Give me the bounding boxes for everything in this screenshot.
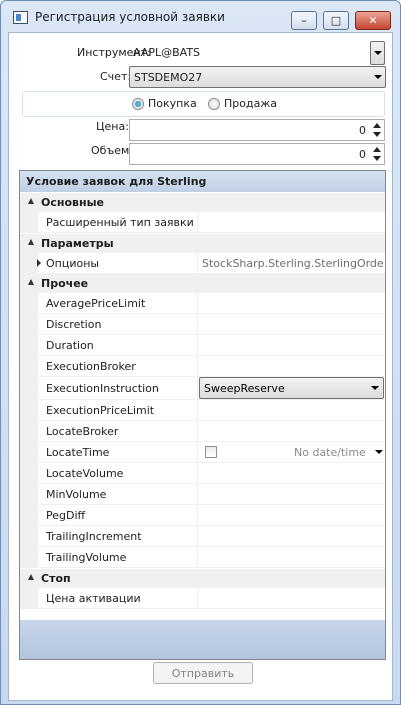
row-execution-instruction[interactable]: ExecutionInstruction SweepReserve: [20, 377, 385, 400]
row-execution-broker[interactable]: ExecutionBroker: [20, 356, 385, 377]
maximize-button[interactable]: □: [323, 11, 349, 30]
dialog-client-area: Инструмент: AAPL@BATS Счет: STSDEMO27 По…: [8, 32, 393, 701]
row-label: ExecutionInstruction: [46, 382, 159, 395]
dropdown-arrow-icon[interactable]: [375, 450, 383, 454]
maximize-icon: □: [330, 14, 342, 27]
locate-time-value[interactable]: No date/time: [294, 446, 366, 459]
spin-down-icon[interactable]: [373, 132, 381, 137]
price-label: Цена:: [96, 120, 129, 133]
instrument-picker-button[interactable]: [370, 41, 385, 65]
dropdown-arrow-icon: [374, 75, 382, 79]
property-grid-header: Условие заявок для Sterling: [20, 171, 385, 192]
row-label: ExecutionBroker: [46, 360, 136, 373]
row-label: Расширенный тип заявки: [46, 216, 194, 229]
order-registration-window: Регистрация условной заявки – □ ✕ Инстру…: [0, 0, 401, 705]
row-execution-price-limit[interactable]: ExecutionPriceLimit: [20, 400, 385, 421]
volume-value: 0: [359, 148, 366, 161]
category-basic[interactable]: Основные: [20, 193, 385, 212]
collapse-triangle-icon[interactable]: [28, 279, 34, 285]
row-label: LocateBroker: [46, 425, 119, 438]
row-locate-volume[interactable]: LocateVolume: [20, 463, 385, 484]
checkbox-icon[interactable]: [205, 446, 217, 458]
buy-radio-label[interactable]: Покупка: [148, 97, 197, 110]
row-value: StockSharp.Sterling.SterlingOrderConditi…: [202, 257, 384, 270]
window-title: Регистрация условной заявки: [35, 10, 225, 24]
execution-instruction-combobox[interactable]: SweepReserve: [199, 377, 384, 399]
instrument-value: AAPL@BATS: [133, 46, 201, 59]
row-label: TrailingIncrement: [46, 530, 142, 543]
app-window-icon: [13, 11, 28, 24]
execution-instruction-value: SweepReserve: [204, 382, 285, 395]
collapse-triangle-icon[interactable]: [28, 239, 34, 245]
account-value: STSDEMO27: [134, 71, 203, 84]
buy-radio[interactable]: [132, 98, 144, 110]
row-label: MinVolume: [46, 488, 107, 501]
category-stop[interactable]: Стоп: [20, 569, 385, 588]
category-basic-label: Основные: [41, 196, 104, 209]
row-label: Цена активации: [46, 592, 141, 605]
account-combobox[interactable]: STSDEMO27: [129, 66, 386, 88]
close-icon: ✕: [368, 14, 378, 27]
side-radio-group: Покупка Продажа: [22, 91, 385, 117]
row-duration[interactable]: Duration: [20, 335, 385, 356]
spin-up-icon[interactable]: [373, 123, 381, 128]
title-bar[interactable]: Регистрация условной заявки – □ ✕: [1, 1, 400, 31]
row-label: ExecutionPriceLimit: [46, 404, 155, 417]
category-stop-label: Стоп: [41, 572, 71, 585]
close-button[interactable]: ✕: [355, 11, 391, 30]
row-locate-time[interactable]: LocateTime No date/time: [20, 442, 385, 463]
row-label: AveragePriceLimit: [46, 297, 146, 310]
spin-up-icon[interactable]: [373, 147, 381, 152]
order-condition-property-grid[interactable]: Условие заявок для Sterling Основные Рас…: [19, 170, 386, 660]
category-other[interactable]: Прочее: [20, 274, 385, 293]
row-trailing-increment[interactable]: TrailingIncrement: [20, 526, 385, 547]
submit-button[interactable]: Отправить: [153, 662, 253, 684]
row-activation-price[interactable]: Цена активации: [20, 588, 385, 609]
row-trailing-volume[interactable]: TrailingVolume: [20, 547, 385, 568]
row-average-price-limit[interactable]: AveragePriceLimit: [20, 293, 385, 314]
category-other-label: Прочее: [41, 277, 89, 290]
property-description-panel: [20, 620, 385, 659]
volume-input[interactable]: 0: [129, 143, 385, 165]
sell-radio[interactable]: [208, 98, 220, 110]
collapse-triangle-icon[interactable]: [28, 198, 34, 204]
minimize-button[interactable]: –: [291, 11, 317, 30]
row-min-volume[interactable]: MinVolume: [20, 484, 385, 505]
row-extended-order-type[interactable]: Расширенный тип заявки: [20, 212, 385, 233]
collapse-triangle-icon[interactable]: [28, 574, 34, 580]
row-label: LocateTime: [46, 446, 110, 459]
dropdown-arrow-icon: [371, 386, 379, 390]
row-peg-diff[interactable]: PegDiff: [20, 505, 385, 526]
row-label: Duration: [46, 339, 94, 352]
minimize-icon: –: [301, 14, 307, 27]
account-label: Счет:: [100, 70, 132, 83]
row-label: TrailingVolume: [46, 551, 127, 564]
row-label: Опционы: [46, 257, 100, 270]
spin-down-icon[interactable]: [373, 156, 381, 161]
row-locate-broker[interactable]: LocateBroker: [20, 421, 385, 442]
dropdown-arrow-icon: [374, 51, 382, 55]
row-label: PegDiff: [46, 509, 86, 522]
row-label: Discretion: [46, 318, 102, 331]
category-parameters-label: Параметры: [41, 237, 114, 250]
price-input[interactable]: 0: [129, 119, 385, 141]
row-discretion[interactable]: Discretion: [20, 314, 385, 335]
price-value: 0: [359, 124, 366, 137]
expand-triangle-icon[interactable]: [37, 259, 41, 267]
sell-radio-label[interactable]: Продажа: [224, 97, 277, 110]
row-label: LocateVolume: [46, 467, 124, 480]
category-parameters[interactable]: Параметры: [20, 234, 385, 253]
row-options[interactable]: Опционы StockSharp.Sterling.SterlingOrde…: [20, 253, 385, 274]
volume-label: Объем:: [91, 144, 133, 157]
